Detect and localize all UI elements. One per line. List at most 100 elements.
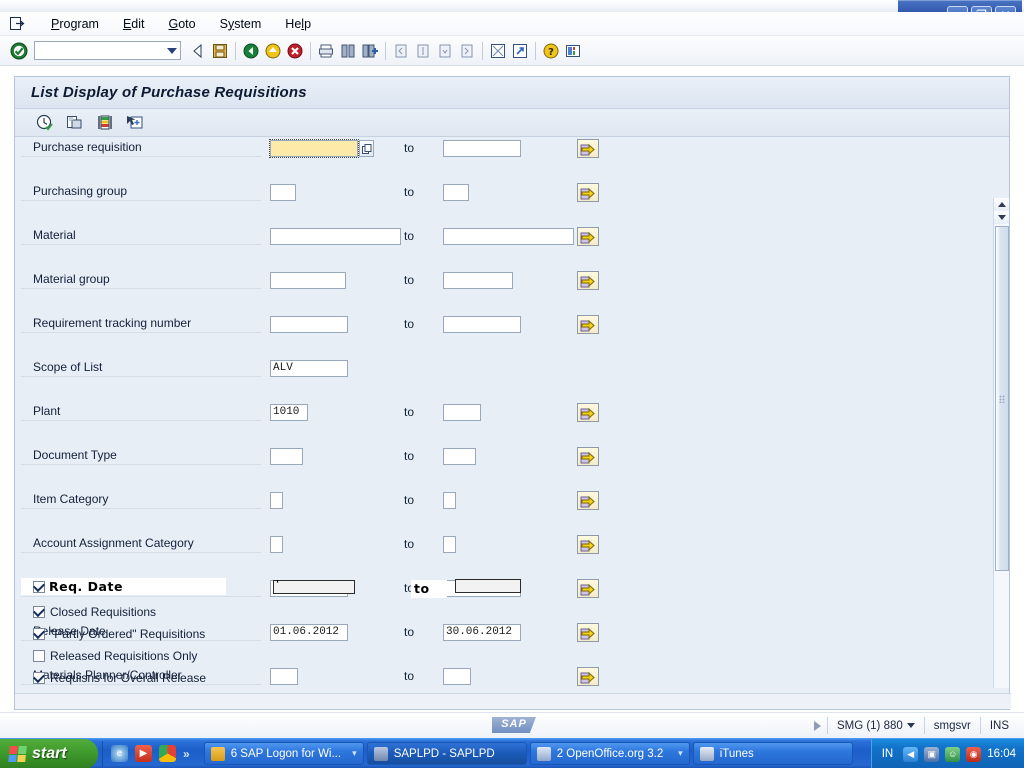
to-label: to bbox=[404, 273, 414, 287]
status-system[interactable]: SMG (1) 880 bbox=[827, 717, 924, 734]
checkbox[interactable] bbox=[33, 650, 45, 662]
taskbar-button[interactable]: SAPLPD - SAPLPD bbox=[367, 742, 527, 765]
field-high-input[interactable] bbox=[443, 536, 456, 553]
copy-variant-icon[interactable] bbox=[65, 113, 85, 133]
status-insert-mode[interactable]: INS bbox=[980, 717, 1018, 734]
taskbar-clock[interactable]: 16:04 bbox=[987, 748, 1016, 760]
previous-page-icon[interactable] bbox=[412, 40, 434, 62]
find-next-icon[interactable] bbox=[359, 40, 381, 62]
chevron-down-icon[interactable]: ▾ bbox=[678, 748, 683, 759]
cancel-red-icon[interactable] bbox=[284, 40, 306, 62]
taskbar-button[interactable]: 2 OpenOffice.org 3.2▾ bbox=[530, 742, 690, 765]
multiple-selection-icon[interactable] bbox=[577, 271, 599, 290]
matchcode-icon[interactable] bbox=[359, 140, 374, 157]
first-page-icon[interactable] bbox=[390, 40, 412, 62]
field-low-input[interactable] bbox=[270, 184, 296, 201]
field-low-input[interactable] bbox=[270, 228, 401, 245]
get-variant-icon[interactable] bbox=[125, 113, 145, 133]
field-low-input[interactable]: 1010 bbox=[270, 404, 308, 421]
chevron-down-icon[interactable] bbox=[907, 723, 915, 728]
network-icon[interactable]: ▣ bbox=[924, 747, 939, 762]
multiple-selection-icon[interactable] bbox=[577, 535, 599, 554]
field-high-input[interactable] bbox=[443, 404, 481, 421]
to-label: to bbox=[404, 317, 414, 331]
messenger-icon[interactable]: ☺ bbox=[945, 747, 960, 762]
back-arrow-icon[interactable] bbox=[187, 40, 209, 62]
color-legend-icon[interactable] bbox=[95, 113, 115, 133]
green-check-icon[interactable] bbox=[8, 40, 30, 62]
checkbox-row[interactable]: Closed Requisitions bbox=[15, 601, 615, 623]
openoffice-icon bbox=[537, 747, 551, 761]
multiple-selection-icon[interactable] bbox=[577, 183, 599, 202]
checkbox[interactable] bbox=[33, 672, 45, 684]
vertical-scrollbar[interactable] bbox=[993, 198, 1009, 688]
last-page-icon[interactable] bbox=[456, 40, 478, 62]
field-low-input[interactable] bbox=[270, 536, 283, 553]
print-icon[interactable] bbox=[315, 40, 337, 62]
field-label: Purchase requisition bbox=[21, 140, 261, 157]
exit-yellow-icon[interactable] bbox=[262, 40, 284, 62]
multiple-selection-icon[interactable] bbox=[577, 227, 599, 246]
req-date-checkbox[interactable] bbox=[33, 581, 45, 593]
find-icon[interactable] bbox=[337, 40, 359, 62]
chevron-down-icon[interactable] bbox=[167, 48, 177, 54]
scrollbar-thumb[interactable] bbox=[995, 226, 1009, 571]
field-high-input[interactable] bbox=[443, 140, 521, 157]
horizontal-scrollbar[interactable] bbox=[15, 693, 1011, 709]
field-high-input[interactable] bbox=[443, 492, 456, 509]
volume-icon[interactable]: ◀ bbox=[903, 747, 918, 762]
field-high-input[interactable] bbox=[443, 184, 469, 201]
multiple-selection-icon[interactable] bbox=[577, 491, 599, 510]
field-low-input[interactable] bbox=[270, 272, 346, 289]
help-icon[interactable]: ? bbox=[540, 40, 562, 62]
create-shortcut-icon[interactable] bbox=[509, 40, 531, 62]
req-date-low-input[interactable] bbox=[273, 580, 355, 594]
exit-icon[interactable] bbox=[8, 16, 28, 32]
checkbox[interactable] bbox=[33, 628, 45, 640]
field-low-input[interactable] bbox=[270, 448, 303, 465]
command-field[interactable] bbox=[34, 41, 181, 60]
menu-edit[interactable]: Edit bbox=[112, 15, 156, 33]
media-player-icon[interactable]: ▶ bbox=[135, 745, 152, 762]
new-session-icon[interactable] bbox=[487, 40, 509, 62]
scroll-down-button-top[interactable] bbox=[994, 211, 1009, 224]
field-low-input[interactable] bbox=[270, 140, 358, 157]
checkbox-row[interactable]: Requisns for Overall Release bbox=[15, 667, 615, 688]
taskbar-button[interactable]: iTunes bbox=[693, 742, 853, 765]
checkbox-row[interactable]: "Partly Ordered" Requisitions bbox=[15, 623, 615, 645]
field-low-input[interactable] bbox=[270, 492, 283, 509]
save-icon[interactable] bbox=[209, 40, 231, 62]
multiple-selection-icon[interactable] bbox=[577, 139, 599, 158]
multiple-selection-icon[interactable] bbox=[577, 403, 599, 422]
chevron-down-icon[interactable]: ▾ bbox=[352, 748, 357, 759]
language-indicator[interactable]: IN bbox=[882, 748, 894, 760]
menu-help[interactable]: Help bbox=[274, 15, 322, 33]
multiple-selection-icon[interactable] bbox=[577, 315, 599, 334]
menu-system[interactable]: System bbox=[209, 15, 273, 33]
req-date-high-input[interactable] bbox=[455, 579, 521, 593]
menu-goto[interactable]: Goto bbox=[157, 15, 206, 33]
back-green-icon[interactable] bbox=[240, 40, 262, 62]
more-quicklaunch-chevron-icon[interactable]: » bbox=[183, 747, 190, 761]
media-icon[interactable]: ◉ bbox=[966, 747, 981, 762]
scroll-up-button[interactable] bbox=[994, 198, 1009, 211]
start-button[interactable]: start bbox=[0, 739, 98, 768]
taskbar-button[interactable]: 6 SAP Logon for Wi...▾ bbox=[204, 742, 364, 765]
field-low-input[interactable] bbox=[270, 316, 348, 333]
checkbox-row[interactable]: Released Requisitions Only bbox=[15, 645, 615, 667]
menu-program[interactable]: Program bbox=[40, 15, 110, 33]
field-low-input[interactable]: ALV bbox=[270, 360, 348, 377]
checkbox[interactable] bbox=[33, 606, 45, 618]
internet-explorer-icon[interactable]: e bbox=[111, 745, 128, 762]
screen-title-bar: List Display of Purchase Requisitions bbox=[15, 77, 1009, 109]
field-high-input[interactable] bbox=[443, 316, 521, 333]
field-high-input[interactable] bbox=[443, 448, 476, 465]
next-page-icon[interactable] bbox=[434, 40, 456, 62]
execute-clock-icon[interactable] bbox=[35, 113, 55, 133]
chrome-icon[interactable] bbox=[159, 745, 176, 762]
layout-menu-icon[interactable] bbox=[562, 40, 584, 62]
field-high-input[interactable] bbox=[443, 272, 513, 289]
checkbox-label: Closed Requisitions bbox=[50, 605, 156, 619]
field-high-input[interactable] bbox=[443, 228, 574, 245]
multiple-selection-icon[interactable] bbox=[577, 447, 599, 466]
